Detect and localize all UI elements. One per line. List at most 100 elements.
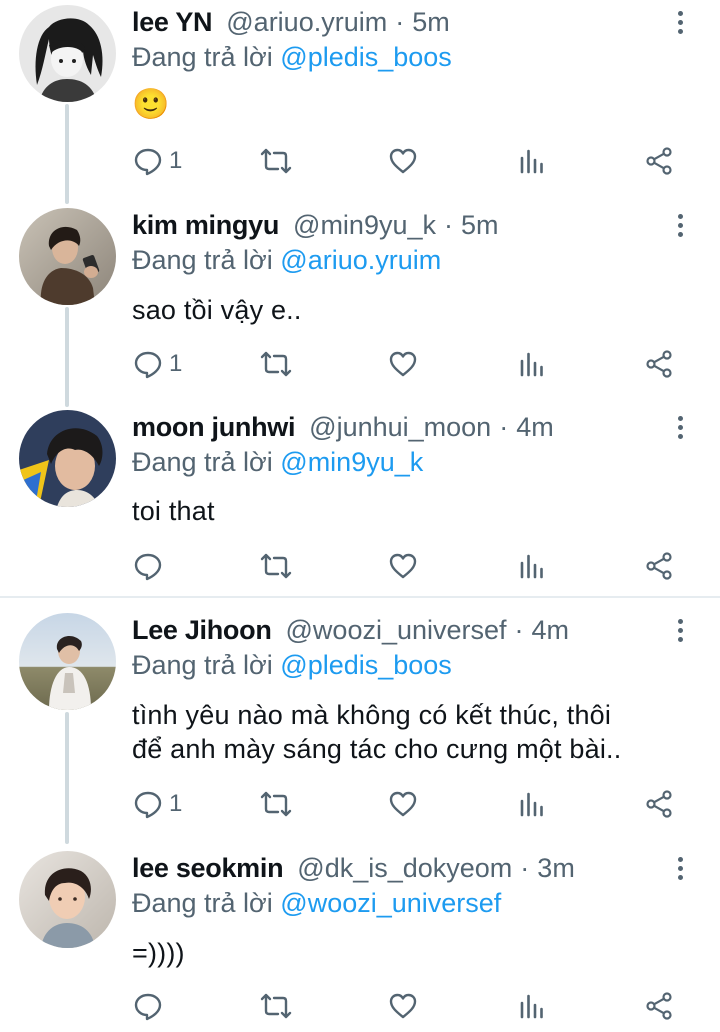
tweet-text: sao tồi vậy e.. — [132, 295, 302, 325]
display-name[interactable]: lee YN — [132, 7, 213, 38]
retweet-icon — [260, 553, 292, 579]
username[interactable]: @junhui_moon — [309, 412, 491, 443]
tweet-header: moon junhwi @junhui_moon · 4m — [132, 410, 650, 444]
more-options-icon[interactable] — [666, 851, 694, 885]
retweet-icon — [260, 148, 292, 174]
analytics-button[interactable] — [518, 141, 546, 181]
thread-line — [65, 712, 69, 844]
retweet-icon — [260, 993, 292, 1019]
tweet-actions: 1 — [0, 784, 720, 824]
more-options-icon[interactable] — [666, 208, 694, 242]
mention-link[interactable]: @min9yu_k — [280, 447, 423, 477]
tweet-text: =)))) — [132, 938, 185, 968]
share-icon — [646, 790, 672, 818]
username[interactable]: @ariuo.yruim — [226, 7, 387, 38]
reply-count: 1 — [169, 350, 183, 377]
like-button[interactable] — [388, 141, 418, 181]
tweet-text-line: để anh mày sáng tác cho cưng một bài.. — [132, 734, 622, 764]
like-button[interactable] — [388, 986, 418, 1026]
timestamp[interactable]: 5m — [412, 7, 450, 38]
analytics-button[interactable] — [518, 784, 546, 824]
analytics-button[interactable] — [518, 344, 546, 384]
more-options-icon[interactable] — [666, 5, 694, 39]
share-button[interactable] — [644, 141, 674, 181]
like-button[interactable] — [388, 784, 418, 824]
analytics-button[interactable] — [518, 986, 546, 1026]
display-name[interactable]: kim mingyu — [132, 210, 279, 241]
timestamp[interactable]: 3m — [537, 853, 575, 884]
tweet-actions: 1 — [0, 344, 720, 384]
display-name[interactable]: moon junhwi — [132, 412, 295, 443]
analytics-icon — [520, 792, 543, 817]
reply-button[interactable] — [133, 546, 169, 586]
reply-icon — [134, 791, 162, 819]
share-icon — [646, 992, 672, 1020]
tweet-header: lee seokmin @dk_is_dokyeom · 3m — [132, 851, 650, 885]
timestamp[interactable]: 4m — [532, 615, 570, 646]
analytics-icon — [520, 352, 543, 377]
reply-icon — [134, 148, 162, 176]
analytics-button[interactable] — [518, 546, 546, 586]
like-icon — [389, 993, 417, 1019]
replying-to-label: Đang trả lời — [132, 245, 273, 275]
like-button[interactable] — [388, 546, 418, 586]
avatar[interactable] — [19, 613, 116, 710]
tweet-actions — [0, 546, 720, 586]
mention-link[interactable]: @pledis_boos — [280, 650, 452, 680]
share-button[interactable] — [644, 546, 674, 586]
tweet-actions — [0, 986, 720, 1026]
timestamp[interactable]: 5m — [461, 210, 499, 241]
retweet-button[interactable] — [258, 344, 294, 384]
share-icon — [646, 147, 672, 175]
retweet-icon — [260, 351, 292, 377]
reply-button[interactable]: 1 — [133, 344, 182, 384]
replying-to-label: Đang trả lời — [132, 447, 273, 477]
share-icon — [646, 552, 672, 580]
replying-to-label: Đang trả lời — [132, 650, 273, 680]
thread-divider — [0, 596, 720, 598]
mention-link[interactable]: @ariuo.yruim — [280, 245, 441, 275]
avatar[interactable] — [19, 851, 116, 948]
display-name[interactable]: Lee Jihoon — [132, 615, 272, 646]
like-icon — [389, 148, 417, 174]
share-button[interactable] — [644, 344, 674, 384]
tweet-header: Lee Jihoon @woozi_universef · 4m — [132, 613, 650, 647]
display-name[interactable]: lee seokmin — [132, 853, 284, 884]
share-button[interactable] — [644, 784, 674, 824]
share-button[interactable] — [644, 986, 674, 1026]
tweet-actions: 1 — [0, 141, 720, 181]
mention-link[interactable]: @woozi_universef — [280, 888, 501, 918]
avatar[interactable] — [19, 5, 116, 102]
avatar[interactable] — [19, 410, 116, 507]
retweet-button[interactable] — [258, 141, 294, 181]
avatar[interactable] — [19, 208, 116, 305]
mention-link[interactable]: @pledis_boos — [280, 42, 452, 72]
tweet-text: toi that — [132, 496, 215, 526]
timestamp[interactable]: 4m — [516, 412, 554, 443]
like-button[interactable] — [388, 344, 418, 384]
tweet-header: lee YN @ariuo.yruim · 5m — [132, 5, 650, 39]
username[interactable]: @dk_is_dokyeom — [297, 853, 512, 884]
replying-to: Đang trả lời @woozi_universef — [132, 888, 501, 919]
more-options-icon[interactable] — [666, 410, 694, 444]
username[interactable]: @woozi_universef — [286, 615, 507, 646]
username[interactable]: @min9yu_k — [293, 210, 436, 241]
separator-dot: · — [499, 411, 509, 442]
more-options-icon[interactable] — [666, 613, 694, 647]
tweet-text-line: tình yêu nào mà không có kết thúc, thôi — [132, 700, 612, 730]
replying-to-label: Đang trả lời — [132, 42, 273, 72]
analytics-icon — [520, 554, 543, 579]
reply-button[interactable]: 1 — [133, 784, 182, 824]
reply-button[interactable] — [133, 986, 169, 1026]
share-icon — [646, 350, 672, 378]
separator-dot: · — [444, 209, 453, 240]
like-icon — [389, 791, 417, 817]
retweet-button[interactable] — [258, 546, 294, 586]
retweet-button[interactable] — [258, 986, 294, 1026]
retweet-button[interactable] — [258, 784, 294, 824]
analytics-icon — [520, 149, 543, 174]
reply-count: 1 — [169, 790, 183, 817]
replying-to: Đang trả lời @pledis_boos — [132, 42, 452, 73]
tweet-text: 🙂 — [132, 88, 170, 121]
reply-button[interactable]: 1 — [133, 141, 182, 181]
